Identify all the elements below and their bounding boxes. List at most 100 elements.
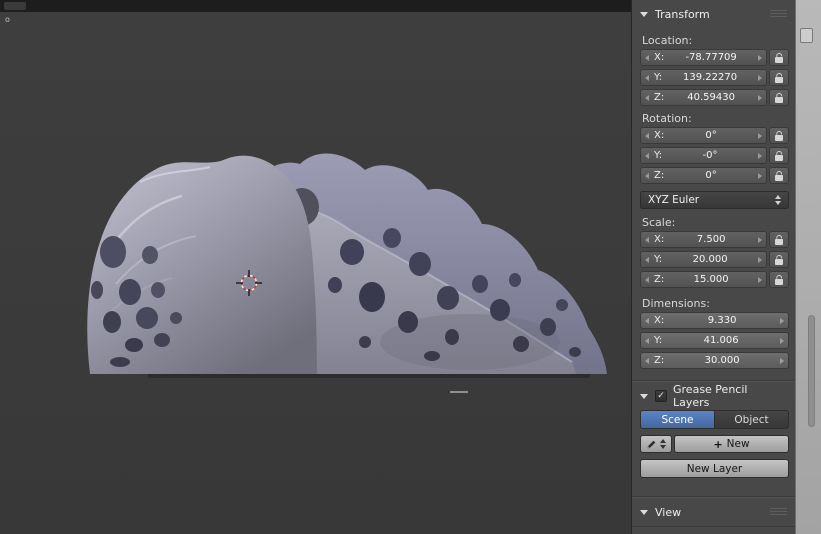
unlock-icon bbox=[775, 97, 783, 103]
decrement-arrow-icon[interactable] bbox=[645, 95, 649, 101]
scale-x-field[interactable]: X: 7.500 bbox=[640, 231, 767, 248]
panel-title: Transform bbox=[655, 8, 710, 21]
increment-arrow-icon[interactable] bbox=[758, 75, 762, 81]
increment-arrow-icon[interactable] bbox=[780, 358, 784, 364]
increment-arrow-icon[interactable] bbox=[758, 237, 762, 243]
unlock-icon bbox=[775, 259, 783, 265]
rotation-z-field[interactable]: Z: 0° bbox=[640, 167, 767, 184]
field-value: -78.77709 bbox=[664, 52, 758, 63]
axis-label: Z: bbox=[654, 92, 664, 103]
blender-window: o bbox=[0, 0, 821, 534]
scale-y-field[interactable]: Y: 20.000 bbox=[640, 251, 767, 268]
increment-arrow-icon[interactable] bbox=[758, 153, 762, 159]
field-value: -0° bbox=[662, 150, 758, 161]
tab-object[interactable]: Object bbox=[715, 410, 789, 429]
axis-label: Y: bbox=[654, 72, 662, 83]
transform-panel: Transform Location: X: -78.77709 bbox=[632, 0, 795, 381]
dimension-z-field[interactable]: Z: 30.000 bbox=[640, 352, 789, 369]
collapse-triangle-icon[interactable] bbox=[640, 394, 648, 399]
increment-arrow-icon[interactable] bbox=[758, 277, 762, 283]
decrement-arrow-icon[interactable] bbox=[645, 338, 649, 344]
location-x-field[interactable]: X: -78.77709 bbox=[640, 49, 767, 66]
unlock-icon bbox=[775, 279, 783, 285]
dimension-x-field[interactable]: X: 9.330 bbox=[640, 312, 789, 329]
panel-title: Grease Pencil Layers bbox=[673, 383, 787, 409]
location-z-lock-button[interactable] bbox=[769, 89, 789, 106]
decrement-arrow-icon[interactable] bbox=[645, 358, 649, 364]
rotation-label: Rotation: bbox=[642, 112, 789, 127]
unlock-icon bbox=[775, 155, 783, 161]
rotation-mode-dropdown[interactable]: XYZ Euler bbox=[640, 191, 789, 209]
increment-arrow-icon[interactable] bbox=[780, 338, 784, 344]
view-panel: View bbox=[632, 497, 795, 527]
grease-pencil-source-toggle: Scene Object bbox=[640, 410, 789, 429]
increment-arrow-icon[interactable] bbox=[780, 318, 784, 324]
unlock-icon bbox=[775, 175, 783, 181]
viewport-overlay-label: o bbox=[5, 15, 10, 24]
collapse-triangle-icon[interactable] bbox=[640, 510, 648, 515]
tab-scene[interactable]: Scene bbox=[640, 410, 715, 429]
field-value: 30.000 bbox=[664, 355, 780, 366]
dimension-y-field[interactable]: Y: 41.006 bbox=[640, 332, 789, 349]
field-value: 139.22270 bbox=[662, 72, 758, 83]
view-panel-header[interactable]: View bbox=[632, 498, 795, 526]
field-value: 15.000 bbox=[664, 274, 758, 285]
axis-label: Y: bbox=[654, 335, 662, 346]
ground-shadow bbox=[148, 372, 590, 393]
axis-label: Z: bbox=[654, 170, 664, 181]
panel-drag-grip-icon[interactable] bbox=[770, 508, 787, 516]
grease-pencil-panel-header[interactable]: ✓ Grease Pencil Layers bbox=[632, 382, 795, 410]
rotation-z-lock-button[interactable] bbox=[769, 167, 789, 184]
info-editor-header[interactable] bbox=[0, 0, 631, 12]
new-button-label: New bbox=[727, 438, 750, 450]
increment-arrow-icon[interactable] bbox=[758, 133, 762, 139]
scale-x-lock-button[interactable] bbox=[769, 231, 789, 248]
new-layer-button[interactable]: New Layer bbox=[640, 459, 789, 478]
collapse-triangle-icon[interactable] bbox=[640, 12, 648, 17]
axis-label: X: bbox=[654, 234, 664, 245]
increment-arrow-icon[interactable] bbox=[758, 55, 762, 61]
decrement-arrow-icon[interactable] bbox=[645, 237, 649, 243]
scale-z-field[interactable]: Z: 15.000 bbox=[640, 271, 767, 288]
increment-arrow-icon[interactable] bbox=[758, 173, 762, 179]
scrollbar-thumb[interactable] bbox=[808, 315, 815, 427]
decrement-arrow-icon[interactable] bbox=[645, 277, 649, 283]
location-y-field[interactable]: Y: 139.22270 bbox=[640, 69, 767, 86]
rotation-x-field[interactable]: X: 0° bbox=[640, 127, 767, 144]
decrement-arrow-icon[interactable] bbox=[645, 318, 649, 324]
location-x-lock-button[interactable] bbox=[769, 49, 789, 66]
scale-y-lock-button[interactable] bbox=[769, 251, 789, 268]
editor-type-icon[interactable] bbox=[4, 2, 26, 10]
panel-drag-grip-icon[interactable] bbox=[770, 10, 787, 18]
scale-label: Scale: bbox=[642, 216, 789, 231]
field-value: 9.330 bbox=[664, 315, 780, 326]
increment-arrow-icon[interactable] bbox=[758, 257, 762, 263]
location-z-field[interactable]: Z: 40.59430 bbox=[640, 89, 767, 106]
grease-pencil-datablock-selector[interactable] bbox=[640, 435, 672, 453]
grease-pencil-panel: ✓ Grease Pencil Layers Scene Object bbox=[632, 381, 795, 497]
sculpted-mesh-object[interactable] bbox=[87, 154, 607, 374]
decrement-arrow-icon[interactable] bbox=[645, 257, 649, 263]
3d-viewport[interactable]: o bbox=[0, 12, 631, 534]
panel-corner-widget[interactable] bbox=[800, 28, 813, 43]
rotation-x-lock-button[interactable] bbox=[769, 127, 789, 144]
scale-z-lock-button[interactable] bbox=[769, 271, 789, 288]
decrement-arrow-icon[interactable] bbox=[645, 133, 649, 139]
grease-pencil-checkbox[interactable]: ✓ bbox=[655, 390, 667, 402]
decrement-arrow-icon[interactable] bbox=[645, 55, 649, 61]
axis-label: X: bbox=[654, 130, 664, 141]
rotation-y-field[interactable]: Y: -0° bbox=[640, 147, 767, 164]
dropdown-arrows-icon bbox=[660, 439, 666, 449]
decrement-arrow-icon[interactable] bbox=[645, 75, 649, 81]
increment-arrow-icon[interactable] bbox=[758, 95, 762, 101]
tab-label: Object bbox=[734, 414, 768, 426]
new-grease-pencil-button[interactable]: + New bbox=[674, 435, 789, 453]
location-y-lock-button[interactable] bbox=[769, 69, 789, 86]
decrement-arrow-icon[interactable] bbox=[645, 173, 649, 179]
field-value: 20.000 bbox=[662, 254, 758, 265]
tab-label: Scene bbox=[661, 414, 693, 426]
field-value: 0° bbox=[664, 170, 758, 181]
rotation-y-lock-button[interactable] bbox=[769, 147, 789, 164]
transform-panel-header[interactable]: Transform bbox=[632, 0, 795, 28]
decrement-arrow-icon[interactable] bbox=[645, 153, 649, 159]
